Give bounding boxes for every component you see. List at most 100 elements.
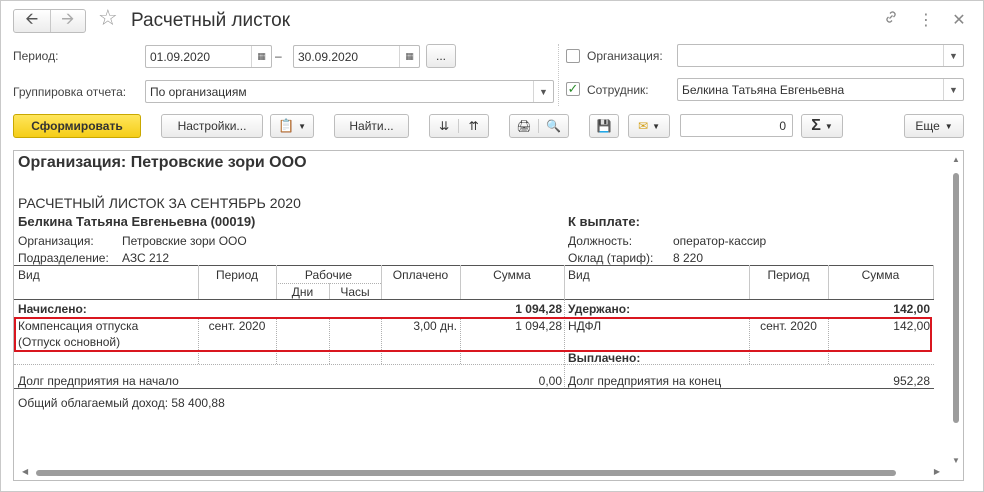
arrow-right-icon: 🡪: [61, 10, 75, 28]
print-preview-icon[interactable]: 🔍: [539, 119, 568, 133]
vertical-scroll-thumb[interactable]: [953, 173, 959, 423]
horizontal-scroll-thumb[interactable]: [36, 470, 896, 476]
period-from-value: 01.09.2020: [150, 50, 211, 64]
organization-title: Организация: Петровские зори ООО: [18, 154, 307, 171]
divider: [558, 44, 559, 106]
period-to-field[interactable]: 30.09.2020 ▦: [293, 45, 420, 68]
dept-field-value: АЗС 212: [122, 251, 170, 265]
debt-start-value: 0,00: [538, 374, 562, 388]
header-paid: Оплачено: [392, 268, 449, 282]
title-bar: 🡨 🡪 ☆ Расчетный листок ⋮ ✕: [0, 0, 984, 42]
org-field-label: Организация:: [18, 234, 94, 248]
calendar-icon[interactable]: ▦: [399, 46, 419, 67]
calendar-icon[interactable]: ▦: [251, 46, 271, 67]
organization-label: Организация:: [587, 49, 663, 63]
paid-out-label: Выплачено:: [568, 351, 641, 365]
chevron-down-icon[interactable]: ▼: [943, 45, 963, 66]
nav-buttons: 🡨 🡪: [13, 9, 86, 33]
header-working: Рабочие: [304, 268, 353, 282]
back-button[interactable]: 🡨: [14, 10, 50, 32]
link-icon[interactable]: [884, 10, 898, 30]
col-divider: [933, 265, 934, 299]
header-hours: Часы: [340, 285, 370, 299]
header-kind-right: Вид: [568, 268, 590, 282]
employee-value: Белкина Татьяна Евгеньевна: [682, 83, 845, 97]
period-dash: –: [275, 49, 282, 63]
organization-checkbox[interactable]: [566, 49, 580, 63]
settings-button[interactable]: Настройки...: [161, 114, 263, 138]
withheld-total: 142,00: [893, 302, 930, 316]
chevron-down-icon: ▼: [652, 121, 660, 131]
to-pay-label: К выплате:: [568, 214, 640, 229]
header-sum-right: Сумма: [861, 268, 900, 282]
chevron-down-icon: ▼: [944, 121, 953, 131]
more-vertical-icon[interactable]: ⋮: [918, 10, 934, 30]
employee-field[interactable]: Белкина Татьяна Евгеньевна ▼: [677, 78, 964, 101]
print-icon[interactable]: 🖨: [510, 119, 539, 133]
sum-button[interactable]: Σ ▼: [801, 114, 843, 138]
close-icon[interactable]: ✕: [952, 10, 966, 30]
save-button[interactable]: 💾: [589, 114, 619, 138]
grouping-select[interactable]: По организациям ▼: [145, 80, 554, 103]
forward-button[interactable]: 🡪: [49, 10, 86, 32]
find-button[interactable]: Найти...: [334, 114, 409, 138]
header-sum: Сумма: [493, 268, 531, 282]
print-group: 🖨 🔍: [509, 114, 569, 138]
scroll-down-icon[interactable]: ▼: [952, 456, 960, 465]
chevron-down-icon: ▼: [298, 121, 307, 131]
debt-end-value: 952,28: [893, 374, 930, 388]
expand-icon[interactable]: ⇊: [430, 119, 459, 133]
withheld-label: Удержано:: [568, 302, 631, 316]
grouping-value: По организациям: [150, 85, 247, 99]
window-controls: ⋮ ✕: [884, 10, 966, 30]
debt-start-label: Долг предприятия на начало: [18, 374, 179, 388]
accrued-label: Начислено:: [18, 302, 87, 316]
generate-button[interactable]: Сформировать: [13, 114, 141, 138]
col-divider: [564, 265, 565, 299]
horizontal-scrollbar[interactable]: ◀ ▶: [22, 467, 940, 478]
scroll-up-icon[interactable]: ▲: [952, 155, 960, 164]
dept-field-label: Подразделение:: [18, 251, 109, 265]
star-icon[interactable]: ☆: [98, 7, 118, 29]
chevron-down-icon[interactable]: ▼: [533, 81, 553, 102]
vertical-scrollbar[interactable]: ▲ ▼: [951, 155, 961, 465]
accrued-total: 1 094,28: [515, 302, 562, 316]
header-period: Период: [215, 268, 259, 282]
scroll-right-icon[interactable]: ▶: [934, 467, 940, 476]
page-title: Расчетный листок: [131, 10, 291, 31]
header-kind: Вид: [18, 268, 40, 282]
send-email-button[interactable]: ✉ ▼: [628, 114, 670, 138]
employee-label: Сотрудник:: [587, 83, 649, 97]
more-label: Еще: [915, 119, 940, 133]
organization-field[interactable]: ▼: [677, 44, 964, 67]
chevron-down-icon[interactable]: ▼: [943, 79, 963, 100]
table-header-border: [14, 299, 934, 300]
period-from-field[interactable]: 01.09.2020 ▦: [145, 45, 272, 68]
salary-value: 8 220: [673, 251, 704, 265]
table-top-border: [14, 265, 934, 266]
amount-value: 0: [779, 119, 786, 133]
highlight-frame: [14, 317, 932, 352]
chevron-down-icon: ▼: [824, 121, 833, 131]
header-period-right: Период: [767, 268, 810, 282]
period-select-button[interactable]: ...: [426, 44, 456, 68]
report-area[interactable]: Организация: Петровские зори ООО РАСЧЕТН…: [13, 150, 964, 481]
arrow-left-icon: 🡨: [25, 10, 39, 28]
collapse-icon[interactable]: ⇈: [459, 119, 488, 133]
scroll-left-icon[interactable]: ◀: [22, 467, 28, 476]
amount-field[interactable]: 0: [680, 114, 793, 137]
employee-checkbox[interactable]: ✓: [566, 82, 580, 96]
position-value: оператор-кассир: [673, 234, 767, 248]
more-button[interactable]: Еще ▼: [904, 114, 964, 138]
period-label: Период:: [13, 49, 59, 63]
position-label: Должность:: [568, 234, 633, 248]
taxable-income: Общий облагаемый доход: 58 400,88: [18, 396, 225, 410]
grouping-label: Группировка отчета:: [13, 85, 127, 99]
salary-label: Оклад (тариф):: [568, 251, 654, 265]
report-variants-icon: 📋: [277, 118, 295, 133]
table-bottom-border: [14, 388, 934, 389]
variants-button[interactable]: 📋 ▼: [270, 114, 314, 138]
period-to-value: 30.09.2020: [298, 50, 359, 64]
employee-name: Белкина Татьяна Евгеньевна (00019): [18, 214, 256, 229]
expand-collapse-group: ⇊ ⇈: [429, 114, 489, 138]
